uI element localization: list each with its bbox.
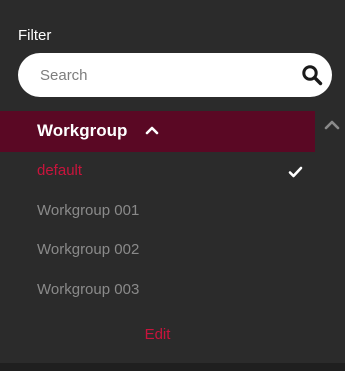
bottom-bar: [0, 363, 345, 371]
workgroup-filter-panel: Filter Workgroup default Workgroup 001 W…: [0, 0, 345, 371]
filter-label: Filter: [18, 27, 52, 44]
workgroup-item-001[interactable]: Workgroup 001: [0, 194, 315, 230]
workgroup-item-label: Workgroup 002: [37, 241, 140, 258]
workgroup-item-default[interactable]: default: [0, 154, 315, 190]
workgroup-item-label: default: [37, 162, 83, 179]
edit-link[interactable]: Edit: [0, 326, 315, 343]
workgroup-item-003[interactable]: Workgroup 003: [0, 273, 315, 309]
chevron-up-icon[interactable]: [145, 124, 159, 136]
workgroup-header-label: Workgroup: [37, 121, 128, 140]
search-input[interactable]: [40, 53, 280, 97]
check-icon: [288, 166, 303, 178]
search-box[interactable]: [18, 53, 332, 97]
collapse-chevron-icon[interactable]: [324, 119, 340, 131]
workgroup-item-label: Workgroup 003: [37, 281, 140, 298]
workgroup-item-002[interactable]: Workgroup 002: [0, 233, 315, 269]
search-icon[interactable]: [301, 64, 323, 86]
workgroup-header[interactable]: Workgroup: [0, 111, 315, 152]
workgroup-item-label: Workgroup 001: [37, 202, 140, 219]
